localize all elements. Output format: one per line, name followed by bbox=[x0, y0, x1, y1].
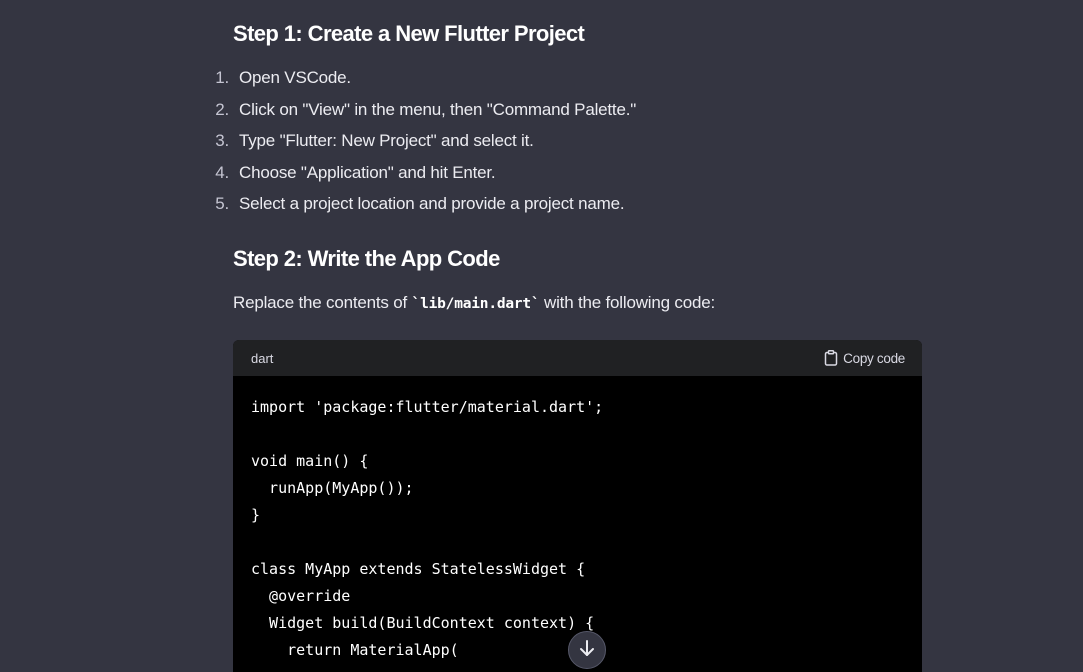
list-item: 5. Select a project location and provide… bbox=[215, 188, 913, 220]
copy-code-label: Copy code bbox=[843, 350, 905, 366]
intro-text-after: with the following code: bbox=[539, 293, 715, 312]
list-item: 1. Open VSCode. bbox=[215, 62, 913, 94]
code-content: import 'package:flutter/material.dart'; v… bbox=[233, 376, 922, 664]
list-item-text: Choose "Application" and hit Enter. bbox=[239, 162, 496, 182]
list-item: 2. Click on "View" in the menu, then "Co… bbox=[215, 94, 913, 126]
list-item-number: 2. bbox=[215, 99, 229, 119]
list-item: 3. Type "Flutter: New Project" and selec… bbox=[215, 125, 913, 157]
inline-code-filename: `lib/main.dart` bbox=[411, 296, 540, 312]
step1-heading: Step 1: Create a New Flutter Project bbox=[233, 21, 585, 46]
list-item-number: 5. bbox=[215, 194, 229, 213]
clipboard-icon bbox=[824, 350, 838, 366]
step2-heading: Step 2: Write the App Code bbox=[233, 246, 500, 271]
code-line: @override bbox=[251, 587, 351, 605]
code-line: import 'package:flutter/material.dart'; bbox=[251, 398, 604, 416]
list-item-number: 4. bbox=[215, 162, 229, 182]
list-item-number: 3. bbox=[215, 131, 229, 150]
step1-list: 1. Open VSCode. 2. Click on "View" in th… bbox=[215, 62, 913, 220]
list-item-text: Type "Flutter: New Project" and select i… bbox=[239, 131, 534, 150]
code-line: class MyApp extends StatelessWidget { bbox=[251, 560, 586, 578]
code-block: dart Copy code import 'package:flutter/m… bbox=[233, 340, 922, 672]
list-item-text: Select a project location and provide a … bbox=[239, 194, 625, 213]
list-item-number: 1. bbox=[215, 68, 229, 87]
list-item-text: Click on "View" in the menu, then "Comma… bbox=[239, 99, 637, 119]
list-item: 4. Choose "Application" and hit Enter. bbox=[215, 157, 913, 189]
copy-code-button[interactable]: Copy code bbox=[824, 350, 905, 366]
scroll-to-bottom-button[interactable] bbox=[568, 631, 606, 669]
intro-text-before: Replace the contents of bbox=[233, 293, 412, 312]
step2-intro: Replace the contents of `lib/main.dart` … bbox=[233, 291, 715, 316]
code-line: void main() { bbox=[251, 452, 369, 470]
code-block-header: dart Copy code bbox=[233, 340, 922, 376]
arrow-down-icon bbox=[579, 639, 595, 662]
chat-page: Step 1: Create a New Flutter Project 1. … bbox=[0, 0, 1083, 672]
code-language-label: dart bbox=[251, 350, 274, 366]
code-line: runApp(MyApp()); bbox=[251, 479, 414, 497]
code-line: } bbox=[251, 506, 261, 524]
list-item-text: Open VSCode. bbox=[239, 68, 351, 87]
